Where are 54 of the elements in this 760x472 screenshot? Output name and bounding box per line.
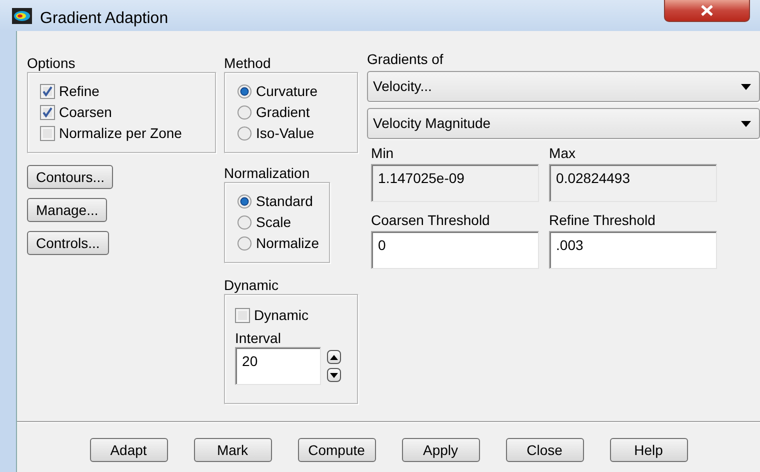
- dialog-button[interactable]: Adapt: [90, 438, 168, 462]
- number-field[interactable]: 20: [235, 347, 322, 385]
- up-arrow-icon: [330, 354, 338, 360]
- group-label: Gradients of: [367, 51, 444, 67]
- checkbox[interactable]: [235, 308, 250, 323]
- caret-icon: [741, 120, 751, 126]
- checkbox-label: Refine: [59, 82, 100, 101]
- radio-label: Normalize: [256, 234, 320, 253]
- checkbox-label: Dynamic: [254, 306, 308, 325]
- dropdown[interactable]: Velocity...: [367, 71, 760, 102]
- dialog-button[interactable]: Apply: [402, 438, 480, 462]
- field-label: Min: [371, 145, 395, 161]
- radio-label: Iso-Value: [256, 124, 314, 143]
- group-label: Dynamic: [224, 277, 280, 293]
- group-label: Normalization: [224, 165, 311, 181]
- radio-button[interactable]: [237, 105, 252, 120]
- spin-up-button[interactable]: [327, 350, 342, 364]
- close-icon: [701, 5, 713, 16]
- radio-label: Gradient: [256, 103, 310, 122]
- close-button[interactable]: [664, 0, 750, 22]
- field-label: Max: [549, 145, 576, 161]
- radio-button[interactable]: [237, 84, 252, 99]
- field-label: Coarsen Threshold: [371, 212, 491, 228]
- radio-button[interactable]: [237, 236, 252, 251]
- spin-down-button[interactable]: [327, 368, 342, 382]
- field-label: Interval: [235, 330, 282, 346]
- app-icon: [12, 8, 32, 24]
- side-button[interactable]: Manage...: [27, 198, 108, 222]
- checkbox[interactable]: [40, 84, 55, 99]
- dialog-button[interactable]: Mark: [194, 438, 272, 462]
- field-label: Refine Threshold: [549, 212, 656, 228]
- radio-label: Standard: [256, 192, 313, 211]
- down-arrow-icon: [330, 372, 338, 378]
- side-button[interactable]: Contours...: [27, 165, 114, 189]
- radio-button[interactable]: [237, 126, 252, 141]
- radio-label: Curvature: [256, 82, 318, 101]
- group-label: Method: [224, 55, 272, 71]
- dropdown[interactable]: Velocity Magnitude: [367, 108, 760, 139]
- checkbox[interactable]: [40, 105, 55, 120]
- checkbox-label: Coarsen: [59, 103, 112, 122]
- dialog-button[interactable]: Help: [610, 438, 688, 462]
- text-field[interactable]: .003: [549, 231, 718, 269]
- radio-label: Scale: [256, 213, 292, 232]
- checkbox[interactable]: [40, 126, 55, 141]
- group-label: Options: [27, 55, 76, 71]
- dialog-button[interactable]: Compute: [298, 438, 376, 462]
- dialog-button[interactable]: Close: [506, 438, 584, 462]
- window-title: Gradient Adaption: [40, 9, 168, 29]
- radio-button[interactable]: [237, 215, 252, 230]
- caret-icon: [741, 84, 751, 90]
- side-button[interactable]: Controls...: [27, 231, 109, 255]
- radio-button[interactable]: [237, 194, 252, 209]
- text-field[interactable]: 0: [371, 231, 540, 269]
- checkbox-label: Normalize per Zone: [59, 124, 182, 143]
